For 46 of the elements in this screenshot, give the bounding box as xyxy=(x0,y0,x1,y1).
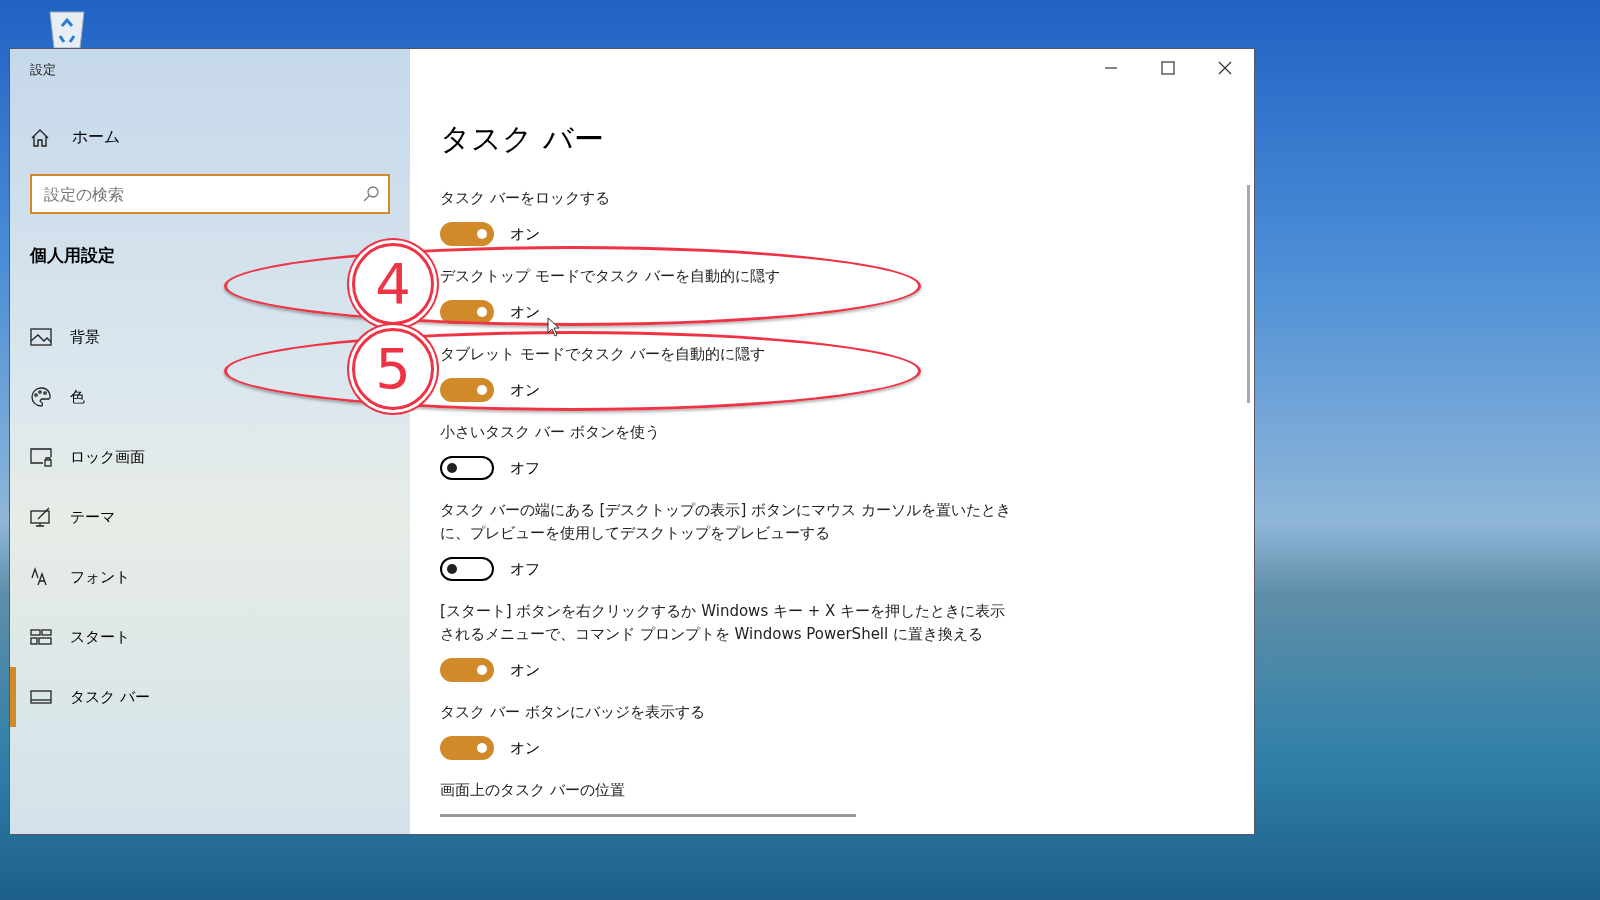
lockscreen-icon xyxy=(30,446,52,468)
toggle-switch[interactable] xyxy=(440,300,494,324)
toggle-state: オン xyxy=(510,660,540,680)
setting-label: デスクトップ モードでタスク バーを自動的に隠す xyxy=(440,266,781,287)
section-heading: 個人用設定 xyxy=(30,244,115,267)
toggle-state: オン xyxy=(510,380,540,400)
search-field[interactable]: 設定の検索 xyxy=(30,174,390,214)
sidebar-item[interactable]: 色 xyxy=(10,367,97,427)
sidebar-item[interactable]: フォント xyxy=(10,547,142,607)
setting-label: タスク バー ボタンにバッジを表示する xyxy=(440,702,706,723)
dropdown-field[interactable] xyxy=(440,814,856,817)
toggle-state: オン xyxy=(510,302,540,322)
theme-icon xyxy=(30,506,52,528)
home-link[interactable]: ホーム xyxy=(30,127,120,148)
sidebar-item[interactable]: ロック画面 xyxy=(10,427,157,487)
toggle-switch[interactable] xyxy=(440,378,494,402)
picture-icon xyxy=(30,326,52,348)
sidebar-item[interactable]: テーマ xyxy=(10,487,127,547)
page-title: タスク バー xyxy=(440,120,604,158)
toggle-state: オン xyxy=(510,738,540,758)
sidebar-item[interactable]: タスク バー xyxy=(10,667,162,727)
close-icon[interactable] xyxy=(1218,61,1232,75)
toggle-switch[interactable] xyxy=(440,736,494,760)
toggle-switch[interactable] xyxy=(440,557,494,581)
window-title: 設定 xyxy=(30,61,56,79)
palette-icon xyxy=(30,386,52,408)
search-icon xyxy=(362,185,380,203)
start-icon xyxy=(30,626,52,648)
setting-label: 画面上のタスク バーの位置 xyxy=(440,780,626,801)
toggle-switch[interactable] xyxy=(440,222,494,246)
setting-label: タスク バーの端にある [デスクトップの表示] ボタンにマウス カーソルを置いたときに、プレビューを使用してデスクトップをプレビューする xyxy=(440,500,1012,544)
home-icon xyxy=(30,127,50,148)
sidebar-item[interactable]: スタート xyxy=(10,607,142,667)
mouse-cursor-icon xyxy=(547,317,561,337)
scrollbar-thumb[interactable] xyxy=(1247,185,1250,403)
toggle-switch[interactable] xyxy=(440,658,494,682)
toggle-state: オン xyxy=(510,224,540,244)
setting-label: 小さいタスク バー ボタンを使う xyxy=(440,422,661,443)
toggle-state: オフ xyxy=(510,458,540,478)
setting-label: タスク バーをロックする xyxy=(440,188,611,209)
sidebar-item[interactable]: 背景 xyxy=(10,307,112,367)
toggle-switch[interactable] xyxy=(440,456,494,480)
maximize-icon[interactable] xyxy=(1161,61,1175,75)
toggle-state: オフ xyxy=(510,559,540,579)
setting-label: タブレット モードでタスク バーを自動的に隠す xyxy=(440,344,766,365)
setting-label: [スタート] ボタンを右クリックするか Windows キー + X キーを押したときに表示されるメニューで、コマンド プロンプトを Windows PowerShell に置き換える xyxy=(440,601,1007,645)
